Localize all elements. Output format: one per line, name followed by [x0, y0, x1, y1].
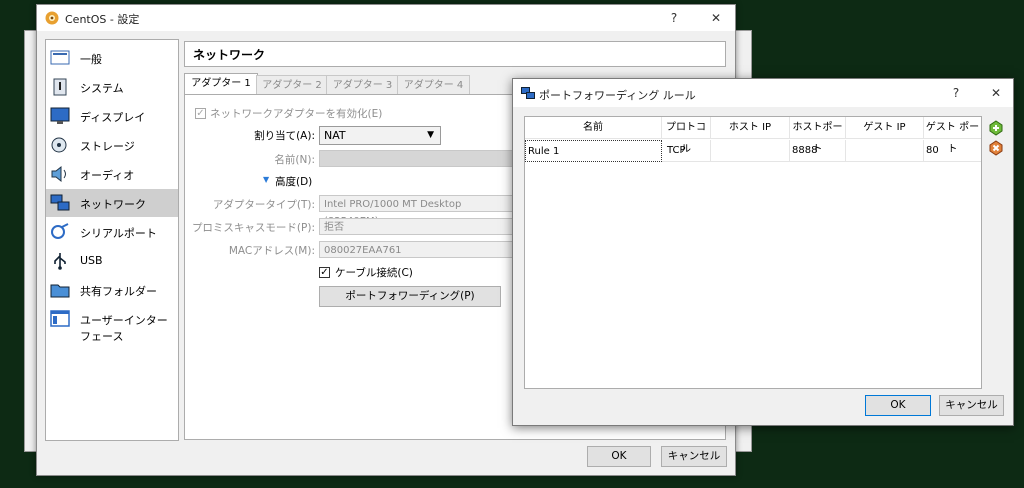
sidebar-item-audio[interactable]: オーディオ	[46, 160, 178, 188]
rule-host-port-cell[interactable]: 8888	[790, 140, 846, 162]
network-icon	[50, 194, 70, 212]
chevron-down-icon: ▼	[427, 130, 434, 140]
system-icon	[50, 78, 70, 96]
sidebar-item-system[interactable]: システム	[46, 73, 178, 101]
close-button[interactable]: ✕	[985, 84, 1007, 102]
general-icon	[50, 49, 70, 67]
column-header[interactable]: 名前	[525, 117, 662, 139]
rule-protocol-cell[interactable]: TCP	[662, 140, 711, 162]
sidebar-item-label: オーディオ	[80, 169, 135, 182]
audio-icon	[50, 165, 70, 183]
settings-titlebar[interactable]: CentOS - 設定 ? ✕	[37, 5, 735, 31]
virtualbox-logo-icon	[45, 11, 59, 25]
column-header[interactable]: ホストポート	[790, 117, 846, 155]
promiscuous-mode-label: プロミスキャスモード(P):	[191, 222, 315, 234]
add-rule-icon[interactable]	[988, 120, 1004, 136]
remove-rule-icon[interactable]	[988, 140, 1004, 156]
promiscuous-mode-select[interactable]: 拒否	[319, 218, 519, 235]
sidebar-item-serial-port[interactable]: シリアルポート	[46, 218, 178, 246]
sidebar-item-label: システム	[80, 82, 124, 95]
attached-to-select[interactable]: NAT ▼	[319, 126, 441, 145]
help-button[interactable]: ?	[945, 84, 967, 102]
storage-icon	[50, 136, 70, 154]
serial-port-icon	[50, 223, 70, 241]
rule-guest-port-cell[interactable]: 80	[924, 140, 981, 162]
cable-connected-checkbox[interactable]: ✓	[319, 267, 330, 278]
settings-window-title: CentOS - 設定	[65, 13, 140, 26]
settings-sidebar: 一般 システム ディスプレイ ストレージ オーディオ ネットワーク シリアルポー…	[45, 39, 179, 441]
sidebar-item-label: ストレージ	[80, 140, 135, 153]
mac-address-label: MACアドレス(M):	[228, 245, 315, 257]
settings-cancel-button[interactable]: キャンセル	[661, 446, 727, 467]
help-button[interactable]: ?	[663, 9, 685, 27]
rule-host-ip-cell[interactable]	[711, 140, 790, 162]
tab-adapter-4[interactable]: アダプター 4	[397, 75, 470, 95]
shared-folder-icon	[50, 281, 70, 299]
mac-address-field[interactable]: 080027EAA761	[319, 241, 519, 258]
sidebar-item-usb[interactable]: USB	[46, 247, 178, 275]
enable-adapter-checkbox[interactable]: ✓	[195, 108, 206, 119]
cable-connected-label: ケーブル接続(C)	[335, 267, 413, 279]
display-icon	[50, 107, 70, 125]
port-forwarding-rules-table[interactable]: 名前 プロトコル ホスト IP ホストポート ゲスト IP ゲスト ポート Ru…	[524, 116, 982, 389]
rule-guest-ip-cell[interactable]	[846, 140, 924, 162]
port-forwarding-title: ポートフォワーディング ルール	[539, 89, 696, 102]
adapter-type-select[interactable]: Intel PRO/1000 MT Desktop (82540EM)	[319, 195, 519, 227]
port-forwarding-dialog: ポートフォワーディング ルール ? ✕ 名前 プロトコル ホスト IP ホストポ…	[512, 78, 1014, 426]
expand-triangle-icon[interactable]: ▼	[263, 175, 269, 184]
sidebar-item-user-interface[interactable]: ユーザーインターフェース	[46, 305, 178, 343]
port-forwarding-ok-button[interactable]: OK	[865, 395, 931, 416]
close-button[interactable]: ✕	[705, 9, 727, 27]
name-label: 名前(N):	[274, 154, 315, 166]
advanced-toggle[interactable]: 高度(D)	[275, 174, 312, 189]
section-title: ネットワーク	[184, 41, 726, 67]
sidebar-item-shared-folder[interactable]: 共有フォルダー	[46, 276, 178, 304]
sidebar-item-label: ネットワーク	[80, 198, 146, 211]
sidebar-item-label: ディスプレイ	[80, 111, 146, 124]
column-header[interactable]: ゲスト IP	[846, 117, 924, 139]
rule-name-cell[interactable]: Rule 1	[525, 140, 662, 162]
user-interface-icon	[50, 310, 70, 328]
usb-icon	[50, 252, 70, 270]
sidebar-item-label: ユーザーインターフェース	[80, 314, 168, 343]
attached-to-value: NAT	[324, 129, 346, 142]
sidebar-item-general[interactable]: 一般	[46, 44, 178, 72]
sidebar-item-label: シリアルポート	[80, 227, 157, 240]
port-forwarding-titlebar[interactable]: ポートフォワーディング ルール ? ✕	[513, 79, 1013, 107]
column-header[interactable]: ホスト IP	[711, 117, 790, 139]
enable-adapter-label: ネットワークアダプターを有効化(E)	[210, 108, 383, 120]
column-header[interactable]: プロトコル	[662, 117, 711, 155]
sidebar-item-network[interactable]: ネットワーク	[46, 189, 178, 217]
port-forwarding-button[interactable]: ポートフォワーディング(P)	[319, 286, 501, 307]
port-forwarding-cancel-button[interactable]: キャンセル	[939, 395, 1004, 416]
sidebar-item-storage[interactable]: ストレージ	[46, 131, 178, 159]
tab-adapter-3[interactable]: アダプター 3	[326, 75, 399, 95]
sidebar-item-display[interactable]: ディスプレイ	[46, 102, 178, 130]
name-field[interactable]	[319, 150, 519, 167]
tab-adapter-2[interactable]: アダプター 2	[256, 75, 328, 95]
attached-to-label: 割り当て(A):	[254, 130, 315, 142]
page-title: ネットワーク	[193, 48, 266, 62]
column-header[interactable]: ゲスト ポート	[924, 117, 981, 155]
settings-ok-button[interactable]: OK	[587, 446, 651, 467]
sidebar-item-label: 一般	[80, 53, 102, 66]
sidebar-item-label: 共有フォルダー	[80, 285, 157, 298]
adapter-type-label: アダプタータイプ(T):	[212, 199, 315, 211]
tab-adapter-1[interactable]: アダプター 1	[184, 73, 258, 96]
network-icon	[521, 87, 535, 99]
sidebar-item-label: USB	[80, 254, 103, 267]
